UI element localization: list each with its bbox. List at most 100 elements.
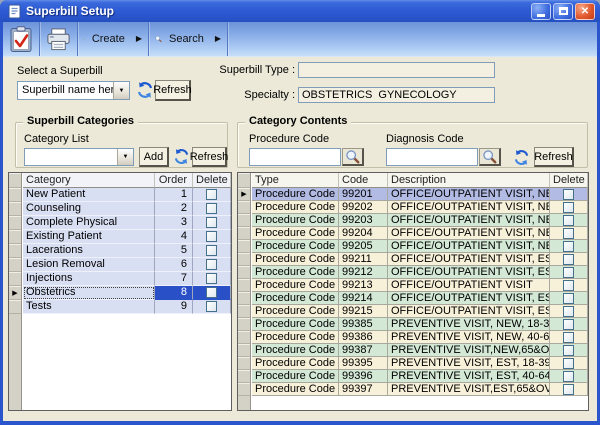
content-row[interactable]: Procedure Code99386PREVENTIVE VISIT, NEW… <box>252 331 588 344</box>
description-cell[interactable]: PREVENTIVE VISIT, NEW, 40-64 <box>388 331 550 344</box>
category-cell[interactable]: Complete Physical <box>23 216 155 230</box>
delete-checkbox[interactable] <box>563 371 574 382</box>
row-selector[interactable] <box>9 300 21 314</box>
column-header-type[interactable]: Type <box>252 173 339 188</box>
row-selector[interactable] <box>9 216 21 230</box>
specialty-field[interactable] <box>298 87 495 103</box>
code-cell[interactable]: 99215 <box>339 305 388 318</box>
delete-checkbox[interactable] <box>206 189 217 200</box>
code-cell[interactable]: 99204 <box>339 227 388 240</box>
category-cell[interactable]: Injections <box>23 272 155 286</box>
content-row[interactable]: Procedure Code99202OFFICE/OUTPATIENT VIS… <box>252 201 588 214</box>
code-cell[interactable]: 99387 <box>339 344 388 357</box>
type-cell[interactable]: Procedure Code <box>252 383 339 396</box>
code-cell[interactable]: 99202 <box>339 201 388 214</box>
category-row[interactable]: Tests9 <box>23 300 231 314</box>
delete-checkbox[interactable] <box>206 273 217 284</box>
code-cell[interactable]: 99395 <box>339 357 388 370</box>
delete-checkbox[interactable] <box>563 358 574 369</box>
category-cell[interactable]: Lacerations <box>23 244 155 258</box>
delete-cell[interactable] <box>193 286 231 300</box>
content-row[interactable]: Procedure Code99214OFFICE/OUTPATIENT VIS… <box>252 292 588 305</box>
description-cell[interactable]: OFFICE/OUTPATIENT VISIT, EST <box>388 253 550 266</box>
content-row[interactable]: Procedure Code99396PREVENTIVE VISIT, EST… <box>252 370 588 383</box>
delete-cell[interactable] <box>550 318 588 331</box>
row-selector[interactable] <box>238 279 250 292</box>
description-cell[interactable]: PREVENTIVE VISIT, EST, 40-64 <box>388 370 550 383</box>
description-cell[interactable]: PREVENTIVE VISIT, NEW, 18-39 <box>388 318 550 331</box>
delete-checkbox[interactable] <box>206 259 217 270</box>
row-selector[interactable] <box>9 244 21 258</box>
delete-cell[interactable] <box>550 370 588 383</box>
description-cell[interactable]: OFFICE/OUTPATIENT VISIT, EST <box>388 305 550 318</box>
content-row[interactable]: Procedure Code99215OFFICE/OUTPATIENT VIS… <box>252 305 588 318</box>
description-cell[interactable]: PREVENTIVE VISIT,EST,65&OVER <box>388 383 550 396</box>
type-cell[interactable]: Procedure Code <box>252 305 339 318</box>
category-row[interactable]: New Patient1 <box>23 188 231 202</box>
type-cell[interactable]: Procedure Code <box>252 253 339 266</box>
delete-cell[interactable] <box>550 188 588 201</box>
type-cell[interactable]: Procedure Code <box>252 318 339 331</box>
delete-cell[interactable] <box>193 300 231 314</box>
delete-cell[interactable] <box>550 357 588 370</box>
type-cell[interactable]: Procedure Code <box>252 292 339 305</box>
description-cell[interactable]: OFFICE/OUTPATIENT VISIT, NEW <box>388 214 550 227</box>
delete-cell[interactable] <box>550 344 588 357</box>
delete-checkbox[interactable] <box>563 215 574 226</box>
column-header-order[interactable]: Order <box>155 173 193 188</box>
add-category-button[interactable]: Add <box>139 147 169 167</box>
code-cell[interactable]: 99211 <box>339 253 388 266</box>
delete-checkbox[interactable] <box>563 280 574 291</box>
row-selector[interactable] <box>238 240 250 253</box>
category-cell[interactable]: New Patient <box>23 188 155 202</box>
code-cell[interactable]: 99205 <box>339 240 388 253</box>
search-button[interactable]: Search ▶ <box>149 22 227 56</box>
category-cell[interactable]: Lesion Removal <box>23 258 155 272</box>
row-selector[interactable]: ▶ <box>9 286 21 300</box>
column-header-category[interactable]: Category <box>23 173 155 188</box>
delete-checkbox[interactable] <box>206 217 217 228</box>
type-cell[interactable]: Procedure Code <box>252 331 339 344</box>
type-cell[interactable]: Procedure Code <box>252 201 339 214</box>
delete-cell[interactable] <box>193 202 231 216</box>
row-selector[interactable] <box>238 318 250 331</box>
delete-checkbox[interactable] <box>563 228 574 239</box>
delete-cell[interactable] <box>193 188 231 202</box>
category-cell[interactable]: Existing Patient <box>23 230 155 244</box>
procedure-code-input[interactable] <box>249 148 341 166</box>
delete-cell[interactable] <box>550 240 588 253</box>
category-row[interactable]: Lesion Removal6 <box>23 258 231 272</box>
category-row[interactable]: Counseling2 <box>23 202 231 216</box>
content-row[interactable]: Procedure Code99387PREVENTIVE VISIT,NEW,… <box>252 344 588 357</box>
row-selector[interactable] <box>238 331 250 344</box>
category-row[interactable]: Complete Physical3 <box>23 216 231 230</box>
contents-refresh-button[interactable]: Refresh <box>534 147 574 167</box>
row-selector[interactable] <box>9 202 21 216</box>
row-selector[interactable] <box>238 357 250 370</box>
row-selector[interactable] <box>238 305 250 318</box>
description-cell[interactable]: OFFICE/OUTPATIENT VISIT, NEW <box>388 227 550 240</box>
delete-cell[interactable] <box>550 227 588 240</box>
row-selector[interactable] <box>9 230 21 244</box>
delete-checkbox[interactable] <box>563 202 574 213</box>
row-selector[interactable] <box>238 227 250 240</box>
category-row[interactable]: Obstetrics8 <box>23 286 231 300</box>
description-cell[interactable]: OFFICE/OUTPATIENT VISIT, EST <box>388 292 550 305</box>
type-cell[interactable]: Procedure Code <box>252 227 339 240</box>
delete-checkbox[interactable] <box>563 254 574 265</box>
description-cell[interactable]: OFFICE/OUTPATIENT VISIT, EST <box>388 266 550 279</box>
type-cell[interactable]: Procedure Code <box>252 266 339 279</box>
delete-cell[interactable] <box>550 201 588 214</box>
delete-checkbox[interactable] <box>206 301 217 312</box>
content-row[interactable]: Procedure Code99211OFFICE/OUTPATIENT VIS… <box>252 253 588 266</box>
code-cell[interactable]: 99213 <box>339 279 388 292</box>
close-button[interactable]: ✕ <box>575 3 595 20</box>
row-selector[interactable] <box>238 253 250 266</box>
row-selector[interactable] <box>238 292 250 305</box>
order-cell[interactable]: 3 <box>155 216 193 230</box>
description-cell[interactable]: OFFICE/OUTPATIENT VISIT, NEW <box>388 240 550 253</box>
delete-checkbox[interactable] <box>563 319 574 330</box>
delete-checkbox[interactable] <box>563 241 574 252</box>
code-cell[interactable]: 99396 <box>339 370 388 383</box>
order-cell[interactable]: 7 <box>155 272 193 286</box>
